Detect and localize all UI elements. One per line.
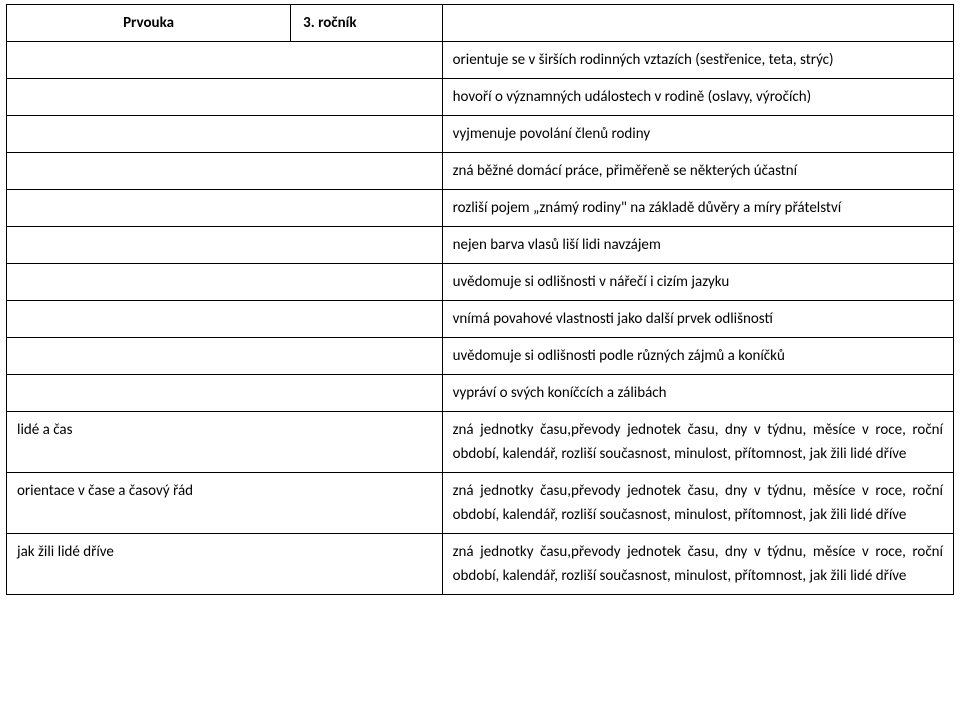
curriculum-table: Prvouka 3. ročník orientuje se v širších…	[6, 4, 954, 595]
row-outcome: vnímá povahové vlastnosti jako další prv…	[442, 301, 953, 338]
row-outcome: zná běžné domácí práce, přiměřeně se něk…	[442, 153, 953, 190]
row-topic	[7, 190, 291, 227]
row-mid	[291, 42, 443, 79]
row-mid	[291, 153, 443, 190]
row-outcome: zná jednotky času,převody jednotek času,…	[442, 534, 953, 595]
row-mid	[291, 116, 443, 153]
row-mid	[291, 338, 443, 375]
row-topic	[7, 116, 291, 153]
row-topic: orientace v čase a časový řád	[7, 473, 291, 534]
table-row: zná běžné domácí práce, přiměřeně se něk…	[7, 153, 954, 190]
table-row: nejen barva vlasů liší lidi navzájem	[7, 227, 954, 264]
row-topic	[7, 227, 291, 264]
table-row: orientace v čase a časový řád zná jednot…	[7, 473, 954, 534]
row-mid	[291, 534, 443, 595]
row-topic	[7, 264, 291, 301]
row-outcome: vypráví o svých koníčcích a zálibách	[442, 375, 953, 412]
table-row: rozliší pojem „známý rodiny" na základě …	[7, 190, 954, 227]
table-row: jak žili lidé dříve zná jednotky času,př…	[7, 534, 954, 595]
table-row: hovoří o významných událostech v rodině …	[7, 79, 954, 116]
row-outcome: uvědomuje si odlišnosti v nářečí i cizím…	[442, 264, 953, 301]
row-mid	[291, 375, 443, 412]
row-mid	[291, 79, 443, 116]
row-topic: jak žili lidé dříve	[7, 534, 291, 595]
row-topic	[7, 42, 291, 79]
table-row: orientuje se v širších rodinných vztazíc…	[7, 42, 954, 79]
row-topic: lidé a čas	[7, 412, 291, 473]
row-topic	[7, 79, 291, 116]
header-title: Prvouka	[7, 5, 291, 42]
row-mid	[291, 301, 443, 338]
row-outcome: nejen barva vlasů liší lidi navzájem	[442, 227, 953, 264]
table-row: vnímá povahové vlastnosti jako další prv…	[7, 301, 954, 338]
row-mid	[291, 264, 443, 301]
table-row: uvědomuje si odlišnosti v nářečí i cizím…	[7, 264, 954, 301]
table-row: vypráví o svých koníčcích a zálibách	[7, 375, 954, 412]
table-row: vyjmenuje povolání členů rodiny	[7, 116, 954, 153]
row-mid	[291, 473, 443, 534]
row-outcome: rozliší pojem „známý rodiny" na základě …	[442, 190, 953, 227]
row-mid	[291, 412, 443, 473]
header-empty	[442, 5, 953, 42]
row-outcome: zná jednotky času,převody jednotek času,…	[442, 473, 953, 534]
row-topic	[7, 153, 291, 190]
header-row: Prvouka 3. ročník	[7, 5, 954, 42]
row-outcome: uvědomuje si odlišnosti podle různých zá…	[442, 338, 953, 375]
row-topic	[7, 301, 291, 338]
row-mid	[291, 190, 443, 227]
row-outcome: vyjmenuje povolání členů rodiny	[442, 116, 953, 153]
row-outcome: orientuje se v širších rodinných vztazíc…	[442, 42, 953, 79]
row-outcome: hovoří o významných událostech v rodině …	[442, 79, 953, 116]
table-row: lidé a čas zná jednotky času,převody jed…	[7, 412, 954, 473]
header-grade: 3. ročník	[291, 5, 443, 42]
row-topic	[7, 338, 291, 375]
table-row: uvědomuje si odlišnosti podle různých zá…	[7, 338, 954, 375]
row-topic	[7, 375, 291, 412]
row-mid	[291, 227, 443, 264]
row-outcome: zná jednotky času,převody jednotek času,…	[442, 412, 953, 473]
